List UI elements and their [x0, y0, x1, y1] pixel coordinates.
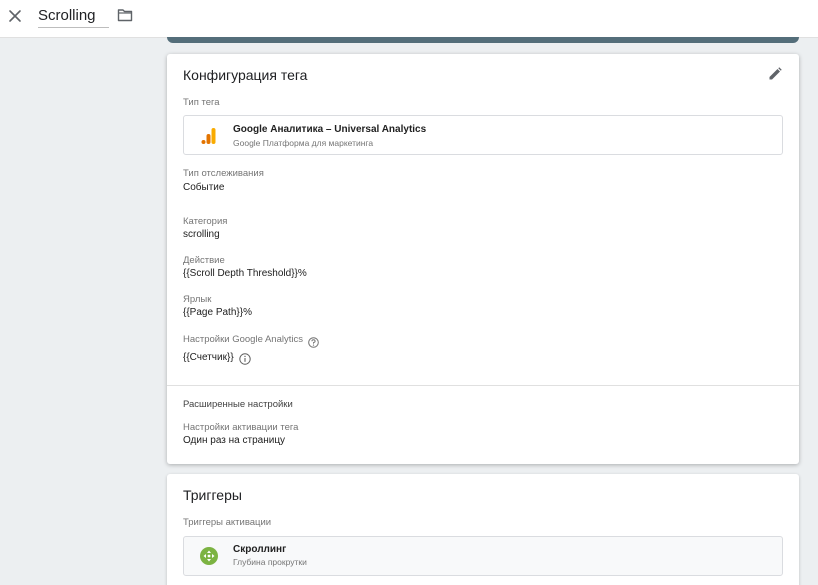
tracking-type-label: Тип отслеживания	[183, 168, 264, 179]
tag-name-text: Scrolling	[38, 7, 96, 24]
category-label: Категория	[183, 216, 228, 227]
action-label: Действие	[183, 255, 225, 266]
triggers-title: Триггеры	[183, 487, 242, 503]
trigger-item[interactable]: Скроллинг Глубина прокрутки	[183, 536, 783, 576]
pencil-icon[interactable]	[767, 66, 783, 82]
tracking-type-value: Событие	[183, 182, 225, 193]
tag-configuration-title: Конфигурация тега	[183, 67, 308, 83]
scroll-trigger-icon	[200, 547, 218, 565]
trigger-name: Скроллинг	[233, 544, 287, 555]
tag-type-label: Тип тега	[183, 97, 220, 108]
ga-settings-label: Настройки Google Analytics	[183, 334, 303, 345]
action-value: {{Scroll Depth Threshold}}%	[183, 268, 307, 279]
previous-card-edge	[167, 37, 799, 43]
advanced-settings-heading[interactable]: Расширенные настройки	[183, 399, 293, 410]
section-divider	[167, 385, 799, 386]
tag-configuration-card: Конфигурация тега Тип тега Google Аналит…	[167, 54, 799, 464]
ga-settings-value: {{Счетчик}}	[183, 352, 234, 363]
folder-icon[interactable]	[117, 8, 133, 22]
category-value: scrolling	[183, 229, 220, 240]
tag-type-name: Google Аналитика – Universal Analytics	[233, 124, 427, 135]
help-icon[interactable]	[308, 335, 319, 348]
triggers-card: Триггеры Триггеры активации Скроллинг Гл…	[167, 474, 799, 585]
tag-type-selector[interactable]: Google Аналитика – Universal Analytics G…	[183, 115, 783, 155]
label-value: {{Page Path}}%	[183, 307, 252, 318]
info-icon[interactable]	[239, 352, 251, 365]
tag-name-field[interactable]: Scrolling	[38, 6, 109, 28]
firing-triggers-label: Триггеры активации	[183, 517, 272, 528]
trigger-subtitle: Глубина прокрутки	[233, 557, 307, 567]
tag-firing-label: Настройки активации тега	[183, 422, 299, 433]
label-label: Ярлык	[183, 294, 212, 305]
google-analytics-icon	[201, 127, 217, 145]
tag-type-subtitle: Google Платформа для маркетинга	[233, 138, 374, 148]
top-bar: Scrolling	[0, 0, 818, 38]
tag-firing-value: Один раз на страницу	[183, 435, 286, 446]
close-icon[interactable]	[7, 8, 23, 24]
